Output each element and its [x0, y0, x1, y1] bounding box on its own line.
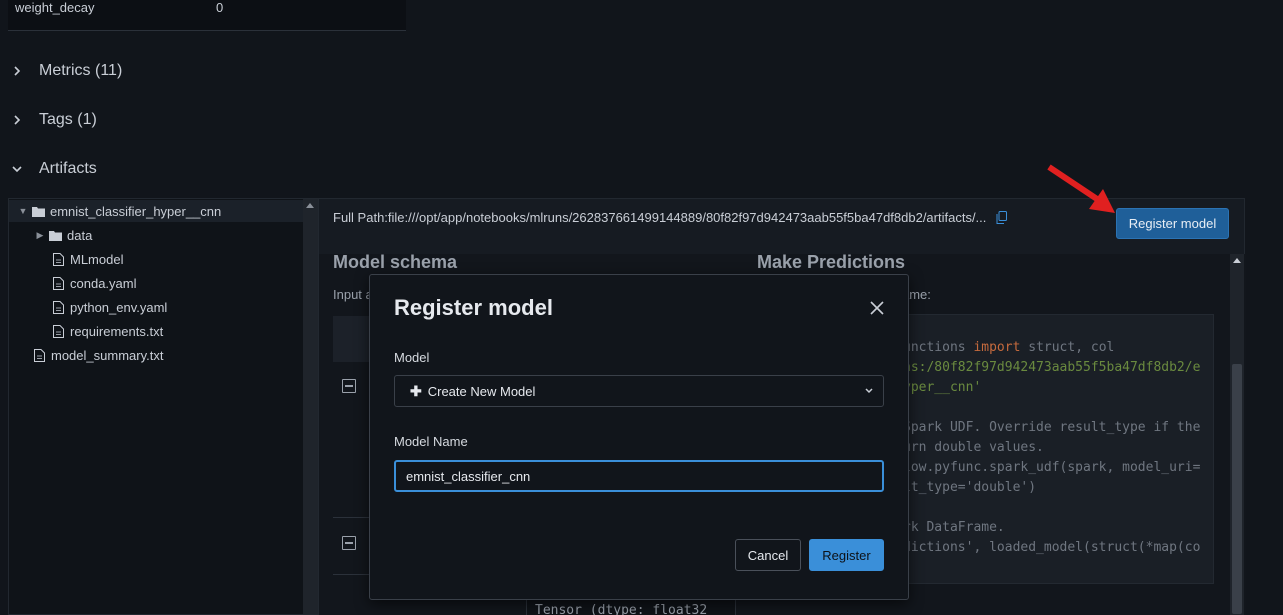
code-token: struct, col	[1020, 340, 1115, 355]
section-artifacts-label: Artifacts	[39, 160, 97, 177]
panel-scrollbar[interactable]	[1230, 254, 1244, 615]
tree-item-label: python_env.yaml	[70, 299, 168, 315]
collapse-icon[interactable]	[342, 379, 356, 393]
tree-item-label: emnist_classifier_hyper__cnn	[50, 203, 222, 219]
model-select[interactable]: ✚ Create New Model	[394, 375, 884, 407]
chevron-down-icon	[10, 162, 24, 176]
section-metrics[interactable]: Metrics (11)	[10, 59, 122, 83]
section-metrics-label: Metrics (11)	[39, 62, 123, 79]
code-token: dictions', loaded_model(struct(*map(co	[903, 540, 1201, 555]
param-row-weight-decay: weight_decay 0	[8, 0, 406, 31]
tree-item-label: data	[67, 227, 93, 243]
folder-icon	[32, 205, 45, 218]
file-icon	[52, 252, 65, 266]
param-value: 0	[216, 0, 224, 15]
tree-item-mlmodel[interactable]: MLmodel	[52, 248, 123, 270]
tree-item-root[interactable]: ▼ emnist_classifier_hyper__cnn	[9, 200, 303, 222]
section-artifacts[interactable]: Artifacts	[10, 157, 97, 181]
code-token: rk DataFrame.	[903, 520, 1005, 535]
chevron-down-icon	[865, 388, 873, 394]
code-line: urn double values.	[903, 438, 1213, 458]
make-predictions-title: Make Predictions	[757, 252, 906, 272]
model-select-value: Create New Model	[427, 383, 536, 399]
section-tags[interactable]: Tags (1)	[10, 108, 97, 132]
file-icon	[52, 276, 65, 290]
code-token: unctions	[903, 340, 974, 355]
tree-item-requirements[interactable]: requirements.txt	[52, 320, 163, 342]
close-icon[interactable]	[866, 297, 888, 319]
caret-down-icon: ▼	[18, 206, 28, 216]
model-schema-title: Model schema	[333, 252, 458, 272]
model-name-input[interactable]	[394, 460, 884, 492]
code-line: rk DataFrame.	[903, 518, 1213, 538]
prediction-code-block: unctions import struct, col ns:/80f82f97d…	[892, 314, 1214, 584]
model-name-label: Model Name	[394, 434, 468, 449]
artifact-tree: ▼ emnist_classifier_hyper__cnn ▶ data ML…	[8, 198, 318, 615]
code-token: Spark UDF. Override result_type if the	[903, 420, 1201, 435]
code-token: low.pyfunc.spark_udf(spark, model_uri=	[903, 460, 1201, 475]
register-button[interactable]: Register	[809, 539, 884, 571]
code-line: unctions import struct, col	[903, 338, 1213, 358]
copy-icon[interactable]	[996, 211, 1008, 227]
code-token: lt_type='double')	[903, 480, 1037, 495]
file-icon	[52, 300, 65, 314]
code-line: Spark UDF. Override result_type if the	[903, 418, 1213, 438]
code-line: dictions', loaded_model(struct(*map(co	[903, 538, 1213, 558]
chevron-right-icon	[10, 64, 24, 78]
collapse-icon[interactable]	[342, 536, 356, 550]
code-token: urn double values.	[903, 440, 1044, 455]
tree-item-conda[interactable]: conda.yaml	[52, 272, 136, 294]
param-key: weight_decay	[15, 0, 95, 15]
tree-item-python-env[interactable]: python_env.yaml	[52, 296, 167, 318]
tree-item-label: model_summary.txt	[51, 347, 164, 363]
code-token: ns:/80f82f97d942473aab55f5ba47df8db2/e	[903, 360, 1201, 375]
folder-icon	[49, 229, 62, 242]
full-path-text: Full Path:file:///opt/app/notebooks/mlru…	[333, 210, 987, 225]
file-icon	[52, 324, 65, 338]
dialog-title: Register model	[394, 295, 553, 320]
scrollbar-thumb[interactable]	[1232, 364, 1242, 614]
tree-item-label: MLmodel	[70, 251, 124, 267]
annotation-arrow-icon	[1047, 164, 1115, 213]
tree-item-data[interactable]: ▶ data	[35, 224, 93, 246]
code-line: lt_type='double')	[903, 478, 1213, 498]
code-line: ns:/80f82f97d942473aab55f5ba47df8db2/e	[903, 358, 1213, 378]
register-model-button[interactable]: Register model	[1116, 208, 1229, 239]
model-field-label: Model	[394, 350, 430, 365]
cancel-button[interactable]: Cancel	[735, 539, 801, 571]
code-token: yper__cnn'	[903, 380, 982, 395]
tree-item-model-summary[interactable]: model_summary.txt	[33, 344, 163, 366]
code-line: yper__cnn'	[903, 378, 1213, 398]
chevron-right-icon	[10, 113, 24, 127]
full-path: Full Path:file:///opt/app/notebooks/mlru…	[333, 210, 1008, 227]
register-model-dialog: Register model Model ✚ Create New Model …	[369, 274, 909, 600]
tree-scrollbar[interactable]	[303, 199, 318, 614]
code-line: low.pyfunc.spark_udf(spark, model_uri=	[903, 458, 1213, 478]
tree-item-label: requirements.txt	[70, 323, 164, 339]
tree-item-label: conda.yaml	[70, 275, 137, 291]
plus-icon: ✚	[410, 382, 422, 399]
input-label: Input a	[333, 287, 373, 302]
caret-right-icon: ▶	[36, 229, 44, 240]
file-icon	[33, 348, 46, 362]
section-tags-label: Tags (1)	[39, 111, 97, 128]
code-token: import	[973, 340, 1021, 355]
